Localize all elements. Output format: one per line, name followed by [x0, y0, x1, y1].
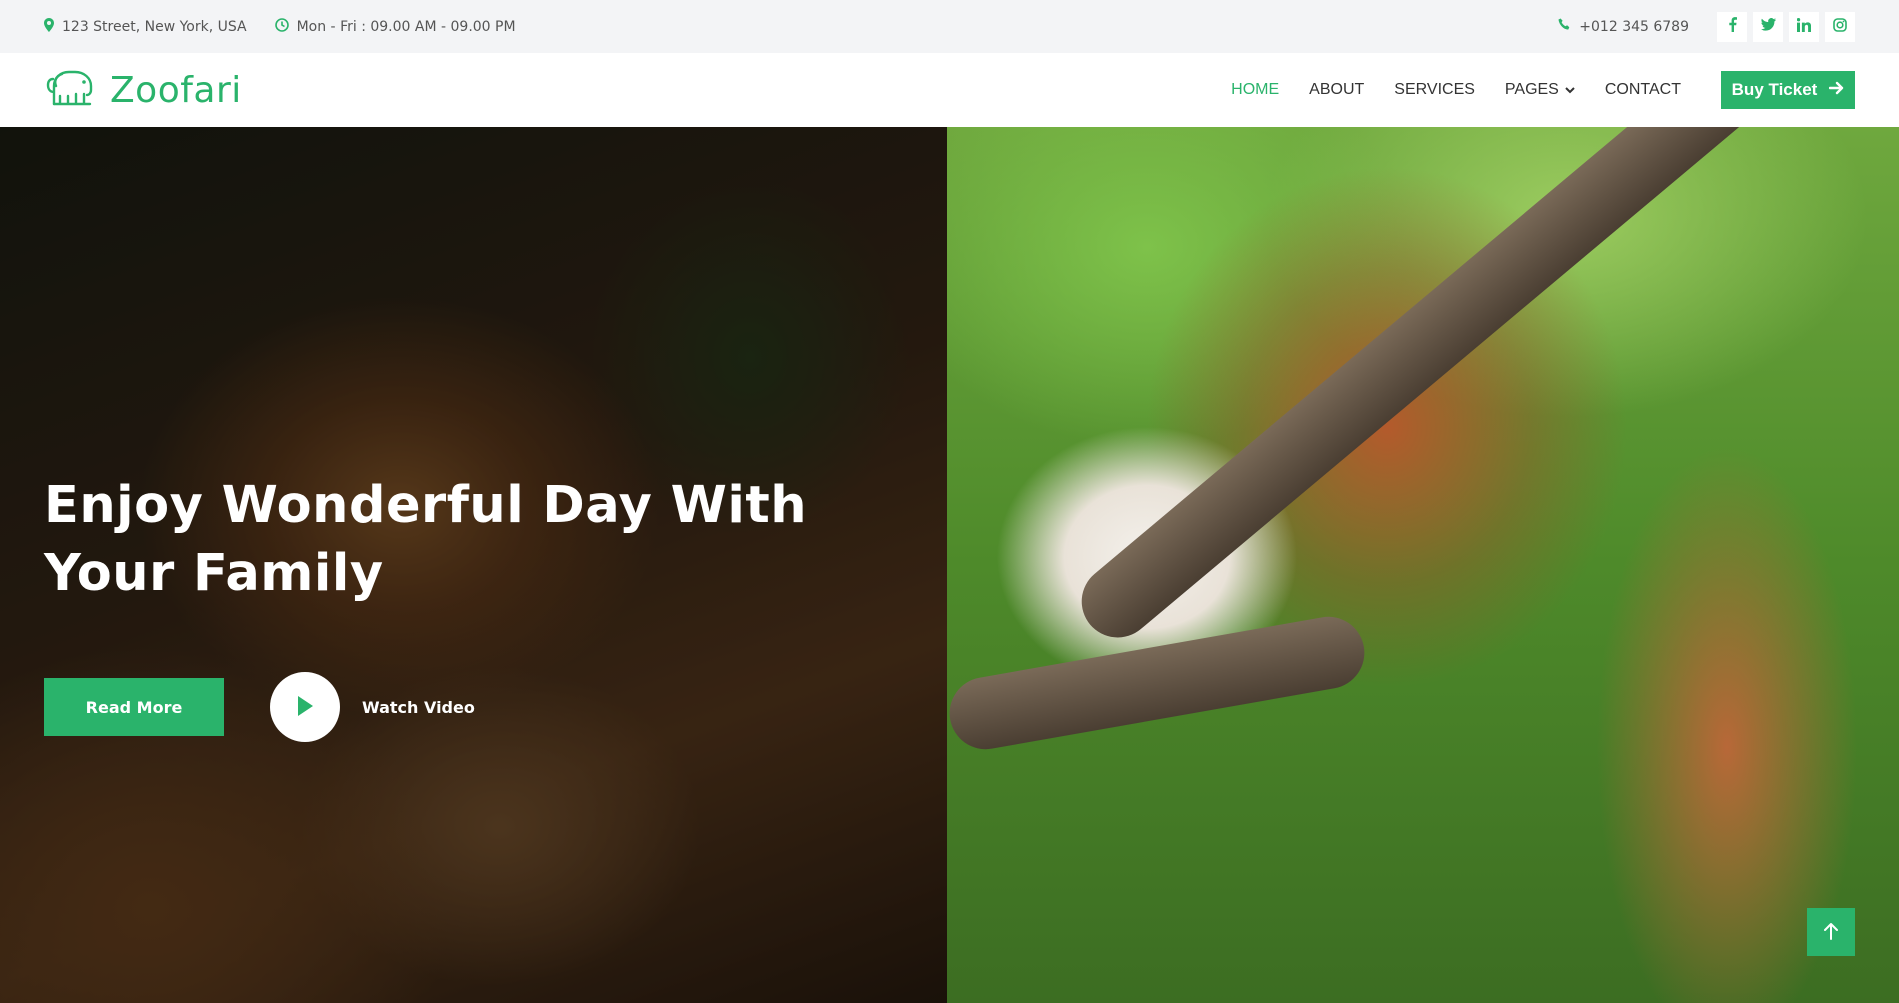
nav-about[interactable]: ABOUT — [1309, 81, 1364, 99]
twitter-link[interactable] — [1753, 11, 1783, 42]
social-links — [1717, 11, 1855, 42]
brand-name: Zoofari — [110, 69, 242, 111]
phone-icon — [1558, 18, 1579, 35]
watch-video-label[interactable]: Watch Video — [362, 698, 475, 717]
hero-section: Enjoy Wonderful Day With Your Family Rea… — [0, 127, 1899, 1003]
branch-shape — [1067, 127, 1803, 653]
nav-home[interactable]: HOME — [1231, 81, 1279, 99]
arrow-up-icon — [1824, 922, 1838, 943]
linkedin-icon — [1796, 17, 1812, 36]
buy-ticket-button[interactable]: Buy Ticket — [1721, 71, 1855, 109]
map-marker-icon — [44, 17, 62, 36]
hero-actions: Read More Watch Video — [44, 672, 924, 742]
chevron-down-icon — [1565, 81, 1575, 99]
hero-content: Enjoy Wonderful Day With Your Family Rea… — [44, 472, 924, 742]
address-text: 123 Street, New York, USA — [62, 18, 247, 35]
nav-services[interactable]: SERVICES — [1394, 81, 1475, 99]
red-panda-image — [943, 127, 1899, 1003]
navbar: Zoofari HOME ABOUT SERVICES PAGES CONTAC… — [0, 53, 1899, 127]
play-icon — [296, 695, 314, 720]
hero-title: Enjoy Wonderful Day With Your Family — [44, 476, 808, 603]
nav-pages-label: PAGES — [1504, 81, 1559, 98]
nav-pages[interactable]: PAGES — [1505, 81, 1575, 99]
instagram-icon — [1833, 17, 1847, 36]
hours-text: Mon - Fri : 09.00 AM - 09.00 PM — [296, 18, 516, 35]
brand-logo[interactable]: Zoofari — [44, 68, 242, 112]
topbar-contact-info: 123 Street, New York, USA Mon - Fri : 09… — [44, 17, 544, 36]
branch-shape — [943, 611, 1371, 755]
topbar: 123 Street, New York, USA Mon - Fri : 09… — [0, 0, 1899, 53]
facebook-icon — [1728, 17, 1737, 36]
play-video-button[interactable] — [270, 672, 340, 742]
topbar-right: +012 345 6789 — [1558, 11, 1855, 42]
twitter-icon — [1760, 18, 1776, 35]
phone-text: +012 345 6789 — [1579, 18, 1689, 35]
main-nav: HOME ABOUT SERVICES PAGES CONTACT Buy Ti… — [1201, 71, 1855, 109]
clock-icon — [274, 17, 297, 36]
linkedin-link[interactable] — [1789, 11, 1819, 42]
facebook-link[interactable] — [1717, 11, 1747, 42]
instagram-link[interactable] — [1825, 11, 1855, 42]
nav-contact[interactable]: CONTACT — [1605, 81, 1681, 99]
back-to-top-button[interactable] — [1807, 908, 1855, 956]
arrow-right-icon — [1817, 80, 1844, 100]
phone-item[interactable]: +012 345 6789 — [1558, 18, 1689, 35]
buy-ticket-label: Buy Ticket — [1731, 80, 1818, 99]
hours-item: Mon - Fri : 09.00 AM - 09.00 PM — [274, 17, 516, 36]
elephant-logo-icon — [44, 68, 96, 112]
read-more-button[interactable]: Read More — [44, 678, 224, 736]
address-item: 123 Street, New York, USA — [44, 17, 247, 36]
